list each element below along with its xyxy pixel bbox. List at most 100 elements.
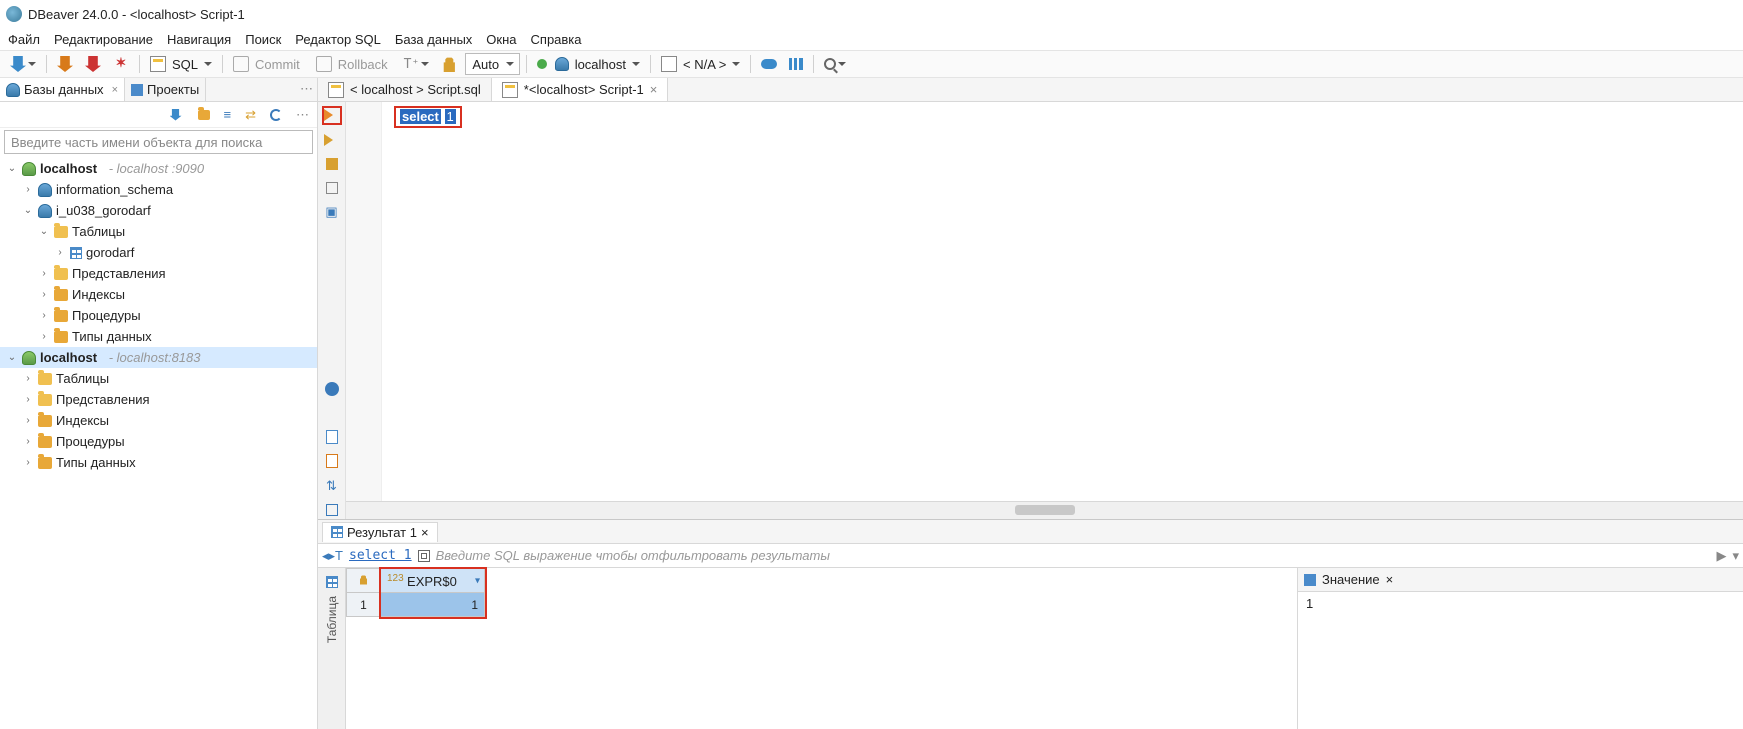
folder-icon [38,457,52,469]
folder-icon [54,226,68,238]
close-icon[interactable]: × [650,82,658,97]
connection-combo[interactable]: localhost [533,53,644,75]
plug-plus-icon [10,56,26,72]
disconnect-all-button[interactable]: ✶ [109,53,133,75]
editor-tab-active[interactable]: *<localhost> Script-1 × [492,78,669,101]
close-icon[interactable]: × [112,84,118,96]
grid-view-icon[interactable] [326,576,338,588]
save-button[interactable] [322,428,342,446]
tab-projects[interactable]: Проекты [125,78,206,101]
menu-windows[interactable]: Окна [486,32,516,47]
navigator-search-input[interactable]: Введите часть имени объекта для поиска [4,130,313,154]
editor-hscroll[interactable] [346,501,1743,519]
sql-editor[interactable]: select 1 [346,102,1743,519]
menu-help[interactable]: Справка [531,32,582,47]
code-line-1: select 1 [394,106,462,128]
tree-folder-views[interactable]: ›Представления [0,389,317,410]
value-panel-content[interactable]: 1 [1298,592,1743,729]
server-icon [22,351,36,365]
transaction-mode-button[interactable]: T⁺ [400,53,434,75]
value-panel: Значение × 1 [1297,568,1743,729]
filter-apply-button[interactable]: ▶ [1716,548,1726,564]
execute-new-tab-button[interactable] [322,155,342,173]
navigator-tree[interactable]: ⌄localhost - localhost :9090 ›informatio… [0,156,317,729]
tree-folder-procedures[interactable]: ›Процедуры [0,305,317,326]
tree-schema[interactable]: ›information_schema [0,179,317,200]
folder-icon [38,436,52,448]
tree-connection[interactable]: ⌄localhost - localhost :9090 [0,158,317,179]
tree-folder-types[interactable]: ›Типы данных [0,326,317,347]
sql-toggle-icon[interactable]: ◂▸T [322,548,343,564]
disconnect-all-icon: ✶ [113,56,129,72]
auto-commit-combo[interactable]: Auto [465,53,520,75]
column-header[interactable]: 123 EXPR$0▾ [381,569,485,593]
databases-tab-icon [6,83,20,97]
column-menu-icon[interactable]: ▾ [475,575,480,586]
filter-menu-button[interactable]: ▾ [1732,548,1739,564]
schema-combo[interactable]: < N/A > [657,53,744,75]
stats-button[interactable] [785,53,807,75]
close-icon[interactable]: × [421,525,429,540]
stop-button[interactable]: ▣ [322,203,342,221]
tree-folder-procedures[interactable]: ›Процедуры [0,431,317,452]
collapse-button[interactable]: ≡ [220,104,236,126]
close-icon[interactable]: × [1386,572,1394,587]
panels-button[interactable] [322,501,342,519]
menu-search[interactable]: Поиск [245,32,281,47]
table-icon [70,247,82,259]
refresh-button[interactable] [266,104,286,126]
tree-table[interactable]: ›gorodarf [0,242,317,263]
new-conn-mini-button[interactable] [166,104,188,126]
disconnect-button[interactable] [81,53,105,75]
panel-menu-button[interactable]: ⋯ [296,78,317,100]
grid-cell[interactable]: 1 [381,593,485,617]
schema-icon [38,183,52,197]
tree-folder-types[interactable]: ›Типы данных [0,452,317,473]
execute-button[interactable] [322,106,342,125]
tree-connection[interactable]: ⌄localhost - localhost:8183 [0,347,317,368]
database-icon [555,57,569,71]
folder-mini-icon [198,110,210,120]
sql-editor-button[interactable]: SQL [146,53,216,75]
link-button[interactable]: ⇅ [322,477,342,495]
menu-navigation[interactable]: Навигация [167,32,231,47]
folder-mini-button[interactable] [194,104,214,126]
link-editor-button[interactable]: ⇄ [241,104,260,126]
commit-button[interactable]: Commit [229,53,308,75]
grid-view-tab[interactable]: Таблица [325,596,339,643]
expand-icon[interactable] [418,550,430,562]
tree-folder-indexes[interactable]: ›Индексы [0,284,317,305]
load-button[interactable] [322,452,342,470]
load-icon [326,454,338,468]
results-grid[interactable]: 123 EXPR$0▾ 1 1 [346,568,1297,729]
menu-sql-editor[interactable]: Редактор SQL [295,32,381,47]
execute-script-button[interactable] [322,131,342,149]
tree-folder-views[interactable]: ›Представления [0,263,317,284]
tree-folder-tables[interactable]: ›Таблицы [0,368,317,389]
menu-edit[interactable]: Редактирование [54,32,153,47]
navigator-panel: Базы данных × Проекты ⋯ ≡ ⇄ ⋯ Введите ча… [0,78,318,729]
results-side-tabs: Таблица [318,568,346,729]
new-connection-button[interactable] [6,53,40,75]
explain-plan-button[interactable] [322,179,342,197]
editor-gutter [346,102,382,519]
search-button[interactable] [820,53,850,75]
filter-hint[interactable]: Введите SQL выражение чтобы отфильтроват… [436,548,830,563]
connect-button[interactable] [53,53,77,75]
editor-tab[interactable]: < localhost > Script.sql [318,78,492,101]
lock-button[interactable] [437,53,461,75]
results-sql-link[interactable]: select 1 [349,548,412,563]
tree-folder-indexes[interactable]: ›Индексы [0,410,317,431]
results-tab[interactable]: Результат 1 × [322,522,438,542]
panels-icon [326,504,338,516]
menu-file[interactable]: Файл [8,32,40,47]
settings-button[interactable] [322,380,342,398]
tree-folder-tables[interactable]: ⌄Таблицы [0,221,317,242]
row-header[interactable]: 1 [347,593,381,617]
menu-database[interactable]: База данных [395,32,472,47]
rollback-button[interactable]: Rollback [312,53,396,75]
tab-databases[interactable]: Базы данных × [0,78,125,101]
tree-schema[interactable]: ⌄i_u038_gorodarf [0,200,317,221]
cloud-button[interactable] [757,53,781,75]
panel-options-button[interactable]: ⋯ [292,104,313,126]
